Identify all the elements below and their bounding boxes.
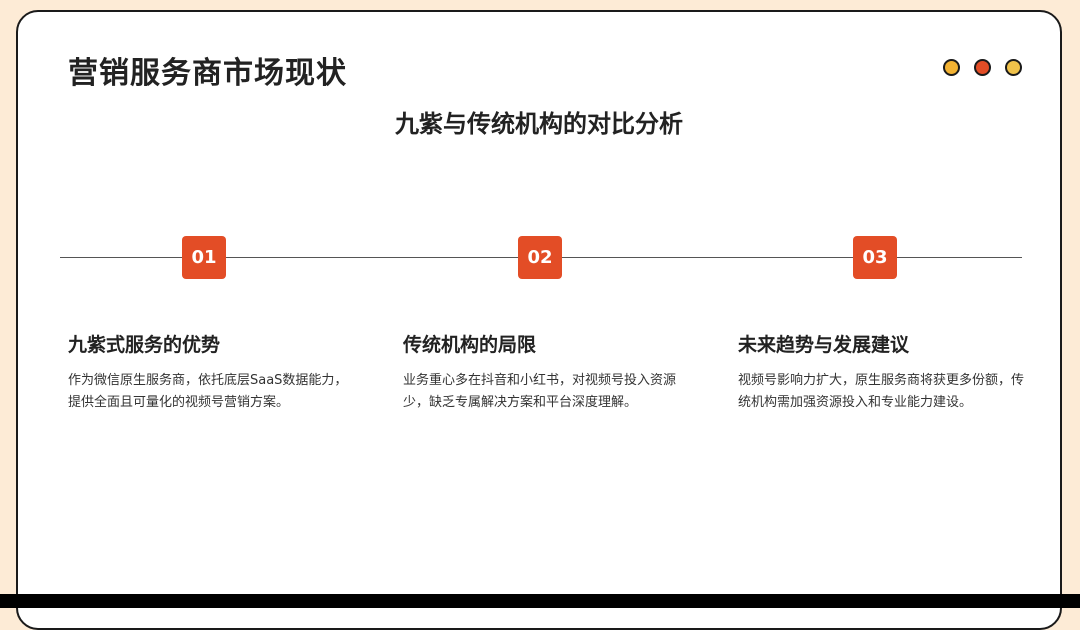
step-badge-03: 03 xyxy=(853,236,897,279)
step-title: 九紫式服务的优势 xyxy=(68,334,221,356)
page-title: 营销服务商市场现状 xyxy=(68,56,347,91)
step-badge-02: 02 xyxy=(518,236,562,279)
step-column-03: 未来趋势与发展建议 视频号影响力扩大，原生服务商将获更多份额，传统机构需加强资源… xyxy=(738,330,1028,414)
step-text: 业务重心多在抖音和小红书，对视频号投入资源少，缺乏专属解决方案和平台深度理解。 xyxy=(403,373,677,410)
step-title: 传统机构的局限 xyxy=(403,334,537,356)
step-column-01: 九紫式服务的优势 作为微信原生服务商，依托底层SaaS数据能力，提供全面且可量化… xyxy=(68,330,358,414)
yellow-dot-2-icon xyxy=(1005,59,1022,76)
step-title: 未来趋势与发展建议 xyxy=(738,334,910,356)
step-text: 作为微信原生服务商，依托底层SaaS数据能力，提供全面且可量化的视频号营销方案。 xyxy=(68,373,348,410)
bottom-bar xyxy=(0,594,1080,608)
yellow-dot-icon xyxy=(943,59,960,76)
red-dot-icon xyxy=(974,59,991,76)
slide-card: 营销服务商市场现状 九紫与传统机构的对比分析 01 02 03 九紫式服务的优势… xyxy=(16,10,1062,630)
step-text: 视频号影响力扩大，原生服务商将获更多份额，传统机构需加强资源投入和专业能力建设。 xyxy=(738,373,1025,410)
subtitle: 九紫与传统机构的对比分析 xyxy=(395,110,683,138)
window-dots xyxy=(943,59,1022,76)
step-column-02: 传统机构的局限 业务重心多在抖音和小红书，对视频号投入资源少，缺乏专属解决方案和… xyxy=(403,330,693,414)
step-badge-01: 01 xyxy=(182,236,226,279)
